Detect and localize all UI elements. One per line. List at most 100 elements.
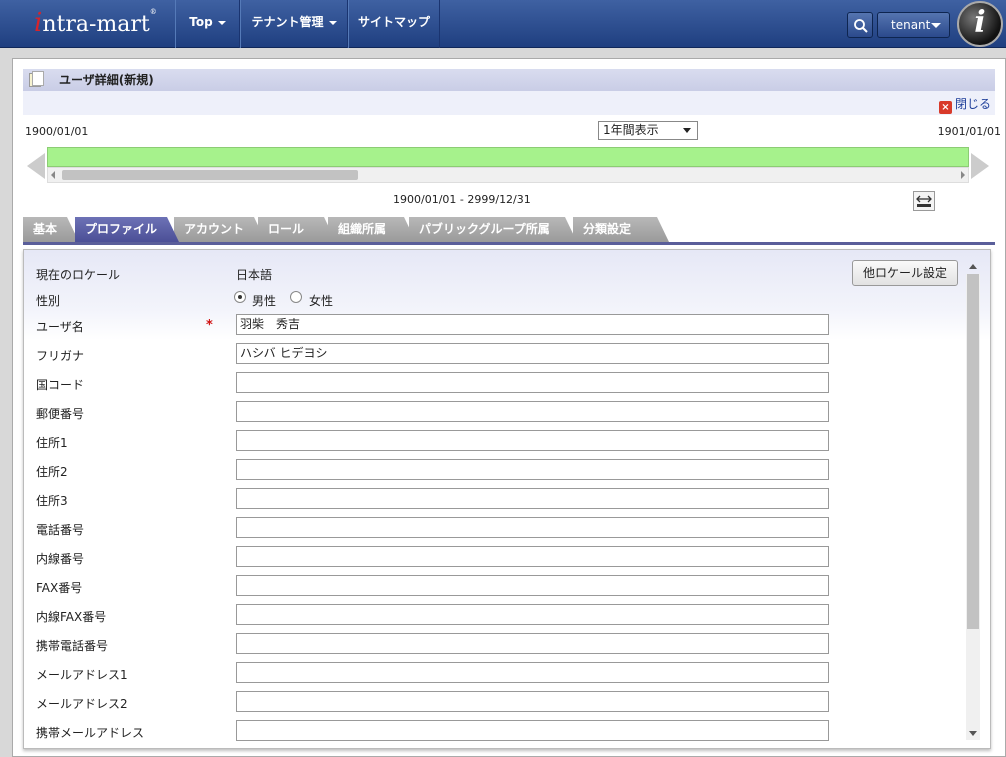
tab-organization[interactable]: 組織所属 bbox=[328, 217, 416, 242]
address1-label: 住所1 bbox=[36, 436, 68, 450]
app-header: intra-mart® Top テナント管理 サイトマップ tenant i bbox=[0, 0, 1006, 48]
nav-tenant-management[interactable]: テナント管理 bbox=[240, 0, 348, 48]
chevron-down-icon bbox=[931, 23, 941, 28]
form-scrollbar[interactable] bbox=[966, 264, 980, 740]
period-select[interactable]: 1年間表示 bbox=[598, 121, 698, 140]
field-row-extension: 内線番号 bbox=[24, 544, 964, 573]
scrollbar-thumb[interactable] bbox=[967, 274, 979, 629]
extension-label: 内線番号 bbox=[36, 552, 85, 566]
scrollbar-thumb[interactable] bbox=[62, 170, 358, 180]
postal-code-label: 郵便番号 bbox=[36, 407, 85, 421]
main-panel: ユーザ詳細(新規) × 閉じる 1900/01/01 1年間表示 1901/01/… bbox=[12, 58, 1006, 757]
gender-male-radio[interactable] bbox=[234, 291, 246, 303]
chevron-down-icon bbox=[217, 20, 226, 25]
mobile-email-label: 携帯メールアドレス bbox=[36, 726, 145, 740]
close-icon: × bbox=[938, 101, 952, 114]
timeline-next-arrow-icon[interactable] bbox=[971, 153, 989, 179]
field-row-email1: メールアドレス1 bbox=[24, 660, 964, 689]
timeline-end-date: 1901/01/01 bbox=[937, 125, 1001, 138]
profile-form: 現在のロケール 日本語 他ロケール設定 性別 男性 女性 ユーザ名 * 羽柴 秀… bbox=[23, 249, 991, 749]
timeline-start-date: 1900/01/01 bbox=[25, 125, 89, 138]
tab-role[interactable]: ロール bbox=[258, 217, 336, 242]
email2-input[interactable] bbox=[236, 691, 829, 712]
required-marker: * bbox=[206, 318, 213, 333]
address1-input[interactable] bbox=[236, 430, 829, 451]
tab-account[interactable]: アカウント bbox=[174, 217, 266, 242]
furigana-input[interactable]: ハシバ ヒデヨシ bbox=[236, 343, 829, 364]
phone-input[interactable] bbox=[236, 517, 829, 538]
field-row-country-code: 国コード bbox=[24, 370, 964, 399]
close-link[interactable]: × 閉じる bbox=[938, 95, 991, 114]
scroll-left-icon[interactable] bbox=[51, 171, 55, 179]
field-row-email2: メールアドレス2 bbox=[24, 689, 964, 718]
scroll-right-icon[interactable] bbox=[961, 171, 965, 179]
gender-female-label[interactable]: 女性 bbox=[309, 292, 333, 309]
mobile-phone-label: 携帯電話番号 bbox=[36, 639, 109, 653]
locale-row: 現在のロケール 日本語 bbox=[24, 260, 964, 289]
intra-mart-emblem-icon[interactable]: i bbox=[957, 1, 1003, 47]
nav-sitemap[interactable]: サイトマップ bbox=[348, 0, 440, 48]
field-row-mobile-phone: 携帯電話番号 bbox=[24, 631, 964, 660]
country-code-input[interactable] bbox=[236, 372, 829, 393]
intra-mart-logo[interactable]: intra-mart® bbox=[34, 8, 157, 38]
current-locale-label: 現在のロケール bbox=[36, 268, 121, 282]
gender-row: 性別 男性 女性 bbox=[24, 286, 964, 315]
furigana-label: フリガナ bbox=[36, 349, 85, 363]
search-icon bbox=[854, 19, 868, 33]
tab-bar: 基本 プロファイル アカウント ロール 組織所属 パブリックグループ所属 分類設… bbox=[23, 217, 995, 245]
address3-input[interactable] bbox=[236, 488, 829, 509]
page-title: ユーザ詳細(新規) bbox=[59, 73, 154, 87]
logo-text: ntra-mart bbox=[42, 12, 150, 37]
timeline-bar[interactable] bbox=[47, 147, 969, 167]
field-row-phone: 電話番号 bbox=[24, 515, 964, 544]
email2-label: メールアドレス2 bbox=[36, 697, 128, 711]
field-row-address1: 住所1 bbox=[24, 428, 964, 457]
email1-input[interactable] bbox=[236, 662, 829, 683]
validity-range: 1900/01/01 - 2999/12/31 bbox=[393, 193, 531, 206]
field-row-fax: FAX番号 bbox=[24, 573, 964, 602]
current-locale-value: 日本語 bbox=[236, 268, 273, 282]
username-input[interactable]: 羽柴 秀吉 bbox=[236, 314, 829, 335]
username-label: ユーザ名 bbox=[36, 320, 84, 334]
other-locale-settings-button[interactable]: 他ロケール設定 bbox=[852, 260, 958, 286]
country-code-label: 国コード bbox=[36, 378, 85, 392]
phone-label: 電話番号 bbox=[36, 523, 85, 537]
gender-label: 性別 bbox=[36, 294, 61, 308]
dropdown-arrow-icon bbox=[683, 128, 691, 133]
postal-code-input[interactable] bbox=[236, 401, 829, 422]
tab-category[interactable]: 分類設定 bbox=[573, 217, 669, 242]
expand-range-button[interactable] bbox=[913, 191, 935, 211]
email1-label: メールアドレス1 bbox=[36, 668, 128, 682]
gender-female-radio[interactable] bbox=[290, 291, 302, 303]
expand-horizontal-icon bbox=[916, 195, 932, 207]
search-button[interactable] bbox=[847, 12, 873, 38]
scroll-up-icon[interactable] bbox=[969, 264, 977, 269]
field-row-extension-fax: 内線FAX番号 bbox=[24, 602, 964, 631]
extension-input[interactable] bbox=[236, 546, 829, 567]
page-title-bar: ユーザ詳細(新規) bbox=[23, 69, 995, 91]
timeline-prev-arrow-icon[interactable] bbox=[27, 153, 45, 179]
tab-basic[interactable]: 基本 bbox=[23, 217, 79, 242]
gender-male-label[interactable]: 男性 bbox=[252, 292, 276, 309]
tab-public-group[interactable]: パブリックグループ所属 bbox=[409, 217, 577, 242]
timeline-scrollbar[interactable] bbox=[47, 167, 969, 183]
fax-input[interactable] bbox=[236, 575, 829, 596]
address2-label: 住所2 bbox=[36, 465, 68, 479]
extension-fax-label: 内線FAX番号 bbox=[36, 610, 107, 624]
mobile-email-input[interactable] bbox=[236, 720, 829, 741]
extension-fax-input[interactable] bbox=[236, 604, 829, 625]
tab-profile[interactable]: プロファイル bbox=[75, 217, 179, 242]
address2-input[interactable] bbox=[236, 459, 829, 480]
chevron-down-icon bbox=[328, 20, 337, 25]
nav-top[interactable]: Top bbox=[175, 0, 240, 48]
tenant-menu-button[interactable]: tenant bbox=[877, 12, 950, 38]
scroll-down-icon[interactable] bbox=[969, 731, 977, 736]
document-icon bbox=[29, 71, 44, 87]
field-row-furigana: フリガナ ハシバ ヒデヨシ bbox=[24, 341, 964, 370]
field-row-mobile-email: 携帯メールアドレス bbox=[24, 718, 964, 747]
field-row-address2: 住所2 bbox=[24, 457, 964, 486]
address3-label: 住所3 bbox=[36, 494, 68, 508]
field-row-address3: 住所3 bbox=[24, 486, 964, 515]
field-row-username: ユーザ名 * 羽柴 秀吉 bbox=[24, 312, 964, 341]
mobile-phone-input[interactable] bbox=[236, 633, 829, 654]
